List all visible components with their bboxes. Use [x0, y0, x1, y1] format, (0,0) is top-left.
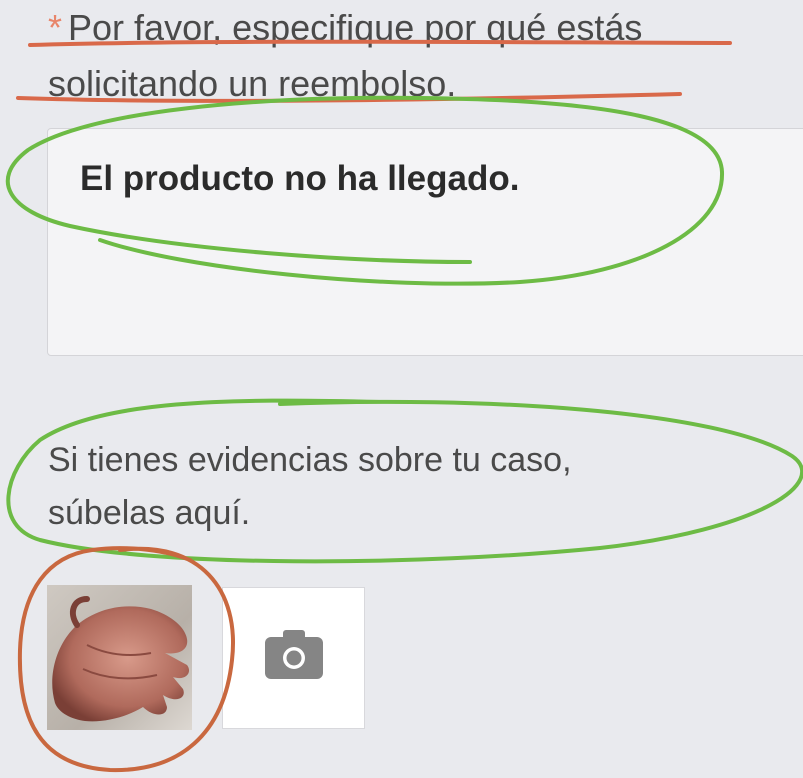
refund-reason-textarea[interactable]: El producto no ha llegado. [47, 128, 803, 356]
refund-reason-label: * Por favor, especifique por qué estás so… [48, 0, 788, 112]
camera-icon [265, 630, 323, 679]
refund-form: * Por favor, especifique por qué estás so… [0, 0, 803, 778]
add-photo-button[interactable] [222, 587, 365, 729]
evidence-prompt-line-1: Si tienes evidencias sobre tu caso, [48, 441, 572, 479]
refund-reason-question: Por favor, especifique por qué estás sol… [48, 7, 643, 104]
required-marker: * [48, 7, 63, 48]
evidence-prompt-line-2: súbelas aquí. [48, 494, 251, 532]
evidence-upload-label: Si tienes evidencias sobre tu caso, súbe… [48, 434, 748, 540]
refund-reason-answer: El producto no ha llegado. [80, 159, 520, 198]
uploaded-photo-thumbnail[interactable] [47, 585, 192, 730]
hand-photo-icon [47, 585, 192, 730]
